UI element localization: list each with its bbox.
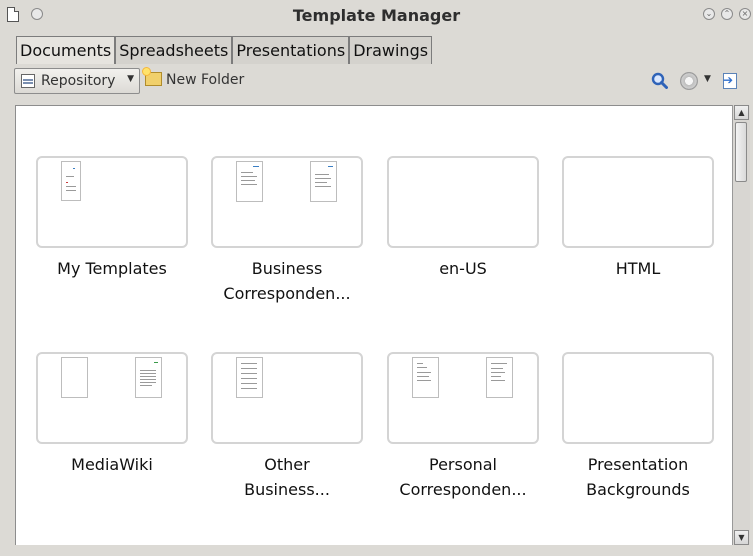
folder-label-line2: Backgrounds xyxy=(586,480,690,499)
vertical-scrollbar[interactable]: ▲ ▼ xyxy=(732,105,750,545)
close-icon[interactable]: × xyxy=(739,8,751,20)
settings-chevron-down-icon[interactable]: ▼ xyxy=(704,74,711,84)
folder-label: Personal Corresponden... xyxy=(375,452,551,502)
folder-label-line1: Other xyxy=(264,455,310,474)
folder-thumbnail[interactable] xyxy=(36,352,188,444)
tab-documents[interactable]: Documents xyxy=(16,36,116,64)
folder-label-line1: Business xyxy=(251,259,323,278)
folder-label-line1: en-US xyxy=(439,259,487,278)
folder-thumbnail[interactable] xyxy=(387,156,539,248)
window-title: Template Manager xyxy=(292,6,461,25)
scroll-down-icon[interactable]: ▼ xyxy=(734,530,749,545)
folder-thumbnail[interactable] xyxy=(36,156,188,248)
folder-label: Other Business... xyxy=(199,452,375,502)
folder-thumbnail[interactable] xyxy=(387,352,539,444)
folder-label: MediaWiki xyxy=(24,452,200,477)
new-folder-button[interactable]: New Folder xyxy=(143,68,245,88)
folder-label-line1: My Templates xyxy=(57,259,167,278)
folder-label: Business Corresponden... xyxy=(199,256,375,306)
template-preview xyxy=(135,357,162,398)
template-grid: My Templates Business Corresponden... en-… xyxy=(15,105,732,545)
search-icon[interactable] xyxy=(651,72,668,89)
folder-label: My Templates xyxy=(24,256,200,281)
template-preview xyxy=(61,161,81,201)
folder-label-line1: MediaWiki xyxy=(71,455,153,474)
folder-label: en-US xyxy=(375,256,551,281)
folder-label-line2: Corresponden... xyxy=(223,284,351,303)
folder-label-line2: Business... xyxy=(244,480,330,499)
template-preview xyxy=(486,357,513,398)
maximize-icon[interactable]: ⌃ xyxy=(721,8,733,20)
repository-icon xyxy=(21,74,35,88)
template-preview xyxy=(310,161,337,202)
folder-thumbnail[interactable] xyxy=(211,352,363,444)
repository-button[interactable]: Repository ▼ xyxy=(14,68,140,94)
title-bar: Template Manager ⌄ ⌃ × xyxy=(0,0,753,30)
tab-spreadsheets[interactable]: Spreadsheets xyxy=(115,36,233,64)
template-preview xyxy=(236,161,263,202)
tab-drawings[interactable]: Drawings xyxy=(349,36,433,64)
minimize-icon[interactable]: ⌄ xyxy=(703,8,715,20)
new-folder-label: New Folder xyxy=(166,72,245,88)
folder-thumbnail[interactable] xyxy=(562,156,714,248)
gear-icon[interactable] xyxy=(680,72,698,90)
scrollbar-thumb[interactable] xyxy=(735,122,747,182)
repository-label: Repository xyxy=(41,73,116,89)
folder-label-line1: Personal xyxy=(428,455,497,474)
folder-thumbnail[interactable] xyxy=(562,352,714,444)
folder-label-line1: Presentation xyxy=(587,455,689,474)
tab-presentations[interactable]: Presentations xyxy=(232,36,350,64)
import-icon[interactable] xyxy=(723,73,737,89)
status-bar xyxy=(0,545,753,556)
folder-label: Presentation Backgrounds xyxy=(550,452,726,502)
folder-thumbnail[interactable] xyxy=(211,156,363,248)
new-folder-icon xyxy=(143,68,162,86)
template-preview xyxy=(236,357,263,398)
tab-bar: Documents Spreadsheets Presentations Dra… xyxy=(16,36,433,64)
folder-label: HTML xyxy=(550,256,726,281)
scroll-up-icon[interactable]: ▲ xyxy=(734,105,749,120)
template-preview xyxy=(412,357,439,398)
template-preview xyxy=(61,357,88,398)
folder-label-line1: HTML xyxy=(615,259,661,278)
chevron-down-icon: ▼ xyxy=(127,74,134,84)
folder-label-line2: Corresponden... xyxy=(399,480,527,499)
toolbar: Repository ▼ New Folder ▼ xyxy=(14,64,749,100)
